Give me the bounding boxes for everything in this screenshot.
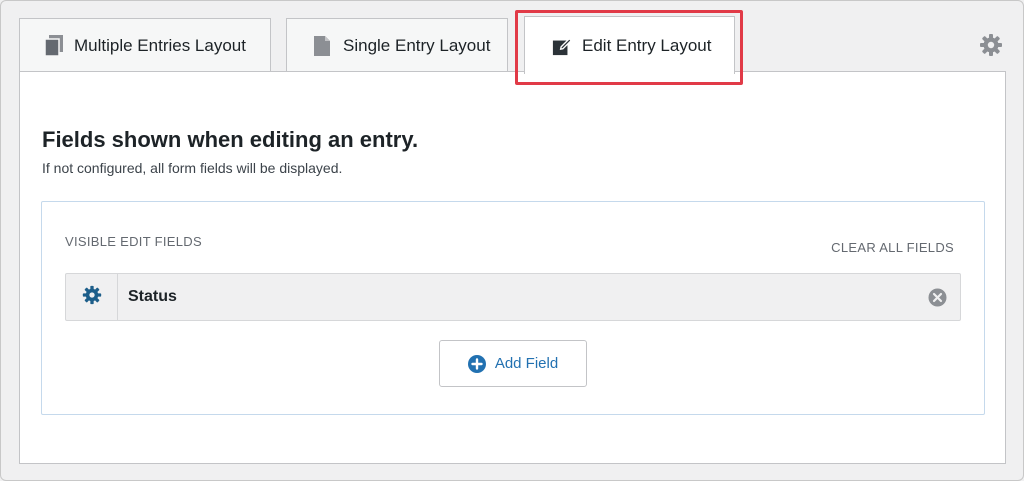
tab-label: Single Entry Layout <box>343 35 491 55</box>
section-label: VISIBLE EDIT FIELDS <box>65 234 202 249</box>
add-field-label: Add Field <box>494 355 559 372</box>
clear-all-fields-link[interactable]: CLEAR ALL FIELDS <box>831 240 954 255</box>
plus-circle-icon <box>467 354 486 373</box>
panel-subtitle: If not configured, all form fields will … <box>42 160 343 176</box>
field-settings-button[interactable] <box>66 274 118 320</box>
document-icon <box>313 35 333 57</box>
tab-multiple-entries-layout[interactable]: Multiple Entries Layout <box>19 18 271 72</box>
copy-icon <box>44 34 64 57</box>
field-row-status[interactable]: Status <box>65 273 961 321</box>
gear-icon <box>82 285 102 310</box>
visible-edit-fields-box: VISIBLE EDIT FIELDS CLEAR ALL FIELDS Sta… <box>41 201 985 415</box>
tab-single-entry-layout[interactable]: Single Entry Layout <box>286 18 508 72</box>
gear-icon[interactable] <box>979 33 1003 57</box>
edit-layout-panel: Fields shown when editing an entry. If n… <box>19 71 1006 464</box>
add-field-button[interactable]: Add Field <box>439 340 587 387</box>
field-label: Status <box>128 288 177 305</box>
panel-title: Fields shown when editing an entry. <box>42 127 419 152</box>
edit-icon <box>552 35 572 57</box>
close-circle-icon <box>928 288 947 311</box>
tab-label: Multiple Entries Layout <box>74 35 246 55</box>
remove-field-button[interactable] <box>928 288 947 307</box>
tab-label: Edit Entry Layout <box>582 35 712 55</box>
tab-edit-entry-layout[interactable]: Edit Entry Layout <box>524 16 735 74</box>
